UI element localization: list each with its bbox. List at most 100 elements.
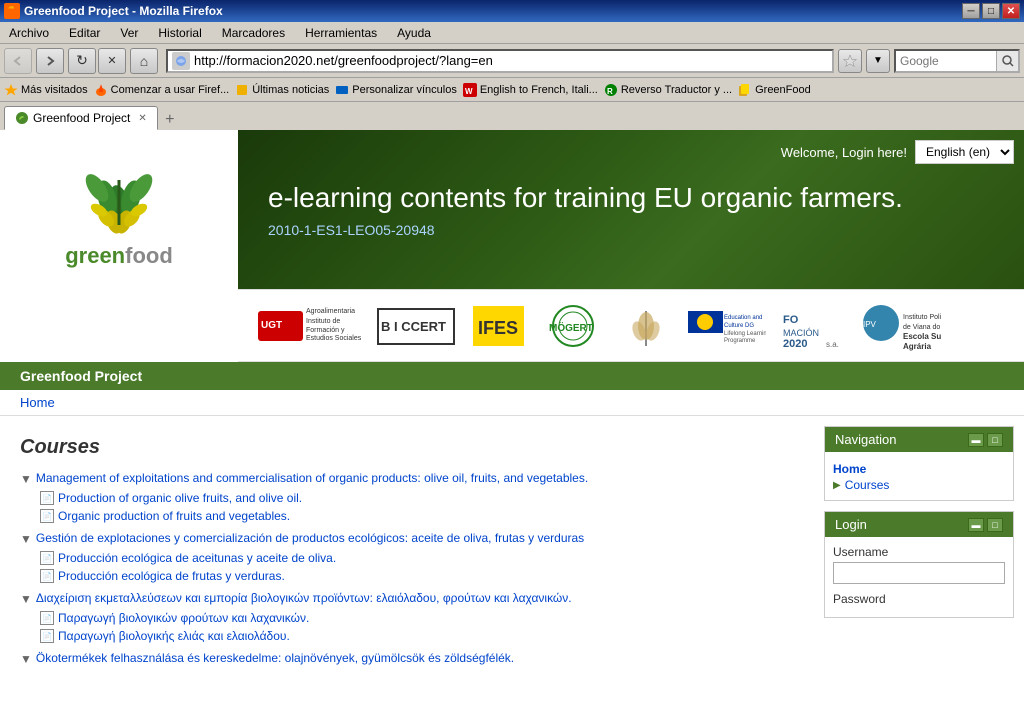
hero-subtitle: 2010-1-ES1-LEO05-20948 (268, 222, 435, 238)
bookmark-greenfood[interactable]: GreenFood (738, 83, 811, 97)
partner-lifelong: Education and Culture DG Lifelong Learni… (686, 298, 766, 353)
sub-course-3-2: 📄 Παραγωγή βιολογικής ελιάς και ελαιολάδ… (40, 627, 794, 645)
bookmarks-bar: Más visitados Comenzar a usar Firef... Ú… (0, 78, 1024, 102)
sub-course-link-1-1[interactable]: Production of organic olive fruits, and … (58, 491, 302, 505)
sub-course-link-3-1[interactable]: Παραγωγή βιολογικών φρούτων και λαχανικώ… (58, 611, 309, 625)
search-button[interactable] (996, 51, 1018, 71)
sub-course-3-1: 📄 Παραγωγή βιολογικών φρούτων και λαχανι… (40, 609, 794, 627)
minimize-button[interactable]: ─ (962, 3, 980, 19)
back-button[interactable] (4, 48, 32, 74)
collapse-arrow-2[interactable]: ▼ (20, 532, 32, 546)
breadcrumb-bar: Home (0, 390, 1024, 416)
left-content: Courses ▼ Management of exploitations an… (0, 416, 814, 716)
navigation-dock-button[interactable]: □ (987, 433, 1003, 447)
course-group-2: ▼ Gestión de explotaciones y comercializ… (20, 531, 794, 546)
new-tab-button[interactable]: + (160, 110, 180, 130)
url-text: http://formacion2020.net/greenfoodprojec… (194, 53, 493, 68)
svg-text:2020: 2020 (783, 338, 807, 350)
address-bar[interactable]: http://formacion2020.net/greenfoodprojec… (166, 49, 834, 73)
navigation-widget-body: Home ▶ Courses (825, 452, 1013, 500)
right-sidebar: Navigation ▬ □ Home ▶ Courses (814, 416, 1024, 716)
svg-text:Escola Superior: Escola Superior (903, 332, 941, 341)
close-button[interactable]: ✕ (1002, 3, 1020, 19)
login-dock-button[interactable]: □ (987, 518, 1003, 532)
logo-area: greenfood (0, 130, 238, 289)
bookmark-noticias[interactable]: Últimas noticias (235, 83, 329, 97)
bookmark-arrow-button[interactable]: ▼ (866, 49, 890, 73)
login-widget-title: Login (835, 517, 867, 532)
bookmark-english-french[interactable]: W English to French, Itali... (463, 83, 598, 97)
search-input[interactable] (896, 54, 996, 68)
doc-icon: 📄 (40, 629, 54, 643)
partner-formacion2020: FO MACIÓN 2020 s.a. (781, 298, 846, 353)
menu-ver[interactable]: Ver (115, 24, 143, 42)
menu-historial[interactable]: Historial (153, 24, 206, 42)
svg-text:MÖGERT: MÖGERT (549, 321, 593, 334)
main-content: Courses ▼ Management of exploitations an… (0, 416, 1024, 716)
course-group-link-3[interactable]: Διαχείριση εκμεταλλεύσεων και εμπορία βι… (36, 591, 572, 605)
title-bar: Greenfood Project - Mozilla Firefox ─ □ … (0, 0, 1024, 22)
tab-close-button[interactable]: ✕ (138, 113, 146, 124)
course-group-link-2[interactable]: Gestión de explotaciones y comercializac… (36, 531, 584, 545)
website: greenfood Welcome, Login here! English (… (0, 130, 1024, 717)
reload-button[interactable]: ↻ (68, 48, 96, 74)
sub-course-2-1: 📄 Producción ecológica de aceitunas y ac… (40, 549, 794, 567)
nav-courses-arrow[interactable]: ▶ (833, 480, 841, 491)
widget-header-icons: ▬ □ (968, 433, 1003, 447)
login-link[interactable]: Welcome, Login here! (781, 145, 907, 160)
nav-courses-item: ▶ Courses (833, 478, 1005, 492)
sub-course-link-1-2[interactable]: Organic production of fruits and vegetab… (58, 509, 290, 523)
menu-editar[interactable]: Editar (64, 24, 105, 42)
sub-course-link-3-2[interactable]: Παραγωγή βιολογικής ελιάς και ελαιολάδου… (58, 629, 290, 643)
stop-button[interactable]: ✕ (98, 48, 126, 74)
home-button[interactable]: ⌂ (130, 48, 158, 74)
course-group-3: ▼ Διαχείριση εκμεταλλεύσεων και εμπορία … (20, 591, 794, 606)
menu-archivo[interactable]: Archivo (4, 24, 54, 42)
site-header: greenfood Welcome, Login here! English (… (0, 130, 1024, 289)
navigation-collapse-button[interactable]: ▬ (968, 433, 984, 447)
collapse-arrow-4[interactable]: ▼ (20, 652, 32, 666)
menu-bar: Archivo Editar Ver Historial Marcadores … (0, 22, 1024, 44)
sub-course-link-2-1[interactable]: Producción ecológica de aceitunas y acei… (58, 551, 336, 565)
bookmark-star-button[interactable] (838, 49, 862, 73)
login-collapse-button[interactable]: ▬ (968, 518, 984, 532)
hero-area: Welcome, Login here! English (en) e-lear… (238, 130, 1024, 289)
login-widget: Login ▬ □ Username Password (824, 511, 1014, 618)
forward-button[interactable] (36, 48, 64, 74)
collapse-arrow-3[interactable]: ▼ (20, 592, 32, 606)
svg-text:B I CCERT: B I CCERT (381, 319, 446, 334)
svg-text:de Viana do Castelo: de Viana do Castelo (903, 324, 941, 331)
partner-ifes: IFES (471, 298, 526, 353)
language-dropdown[interactable]: English (en) (915, 140, 1014, 164)
nav-courses-link[interactable]: Courses (845, 478, 890, 492)
home-breadcrumb[interactable]: Home (20, 395, 55, 410)
menu-herramientas[interactable]: Herramientas (300, 24, 382, 42)
nav-home-item: Home (833, 460, 1005, 478)
svg-text:FO: FO (783, 314, 799, 326)
maximize-button[interactable]: □ (982, 3, 1000, 19)
address-bar-container: http://formacion2020.net/greenfoodprojec… (162, 49, 890, 73)
course-group-link-4[interactable]: Ökotermékek felhasználása és kereskedelm… (36, 651, 514, 665)
course-sublist-1: 📄 Production of organic olive fruits, an… (20, 489, 794, 525)
bookmark-comenzar[interactable]: Comenzar a usar Firef... (94, 83, 230, 97)
partner-biocert: B I CCERT (376, 298, 456, 353)
partner-escola: IPV Instituto Politécnico de Viana do Ca… (861, 298, 941, 353)
course-sublist-3: 📄 Παραγωγή βιολογικών φρούτων και λαχανι… (20, 609, 794, 645)
course-group-link-1[interactable]: Management of exploitations and commerci… (36, 471, 588, 485)
nav-home-link[interactable]: Home (833, 462, 866, 476)
navigation-widget-header: Navigation ▬ □ (825, 427, 1013, 452)
username-input[interactable] (833, 562, 1005, 584)
bookmark-reverso[interactable]: R Reverso Traductor y ... (604, 83, 732, 97)
collapse-arrow-1[interactable]: ▼ (20, 472, 32, 486)
bookmark-mas-visitados[interactable]: Más visitados (4, 83, 88, 97)
password-label: Password (833, 592, 1005, 606)
tab-greenfood[interactable]: Greenfood Project ✕ (4, 106, 158, 130)
sub-course-link-2-2[interactable]: Producción ecológica de frutas y verdura… (58, 569, 285, 583)
svg-text:Education and: Education and (724, 315, 762, 321)
menu-ayuda[interactable]: Ayuda (392, 24, 436, 42)
partner-ugt: UGT Agroalimentaria Instituto de Formaci… (258, 298, 361, 353)
bookmark-personalizar[interactable]: Personalizar vínculos (335, 83, 457, 97)
course-sublist-2: 📄 Producción ecológica de aceitunas y ac… (20, 549, 794, 585)
username-label: Username (833, 545, 1005, 559)
menu-marcadores[interactable]: Marcadores (217, 24, 290, 42)
